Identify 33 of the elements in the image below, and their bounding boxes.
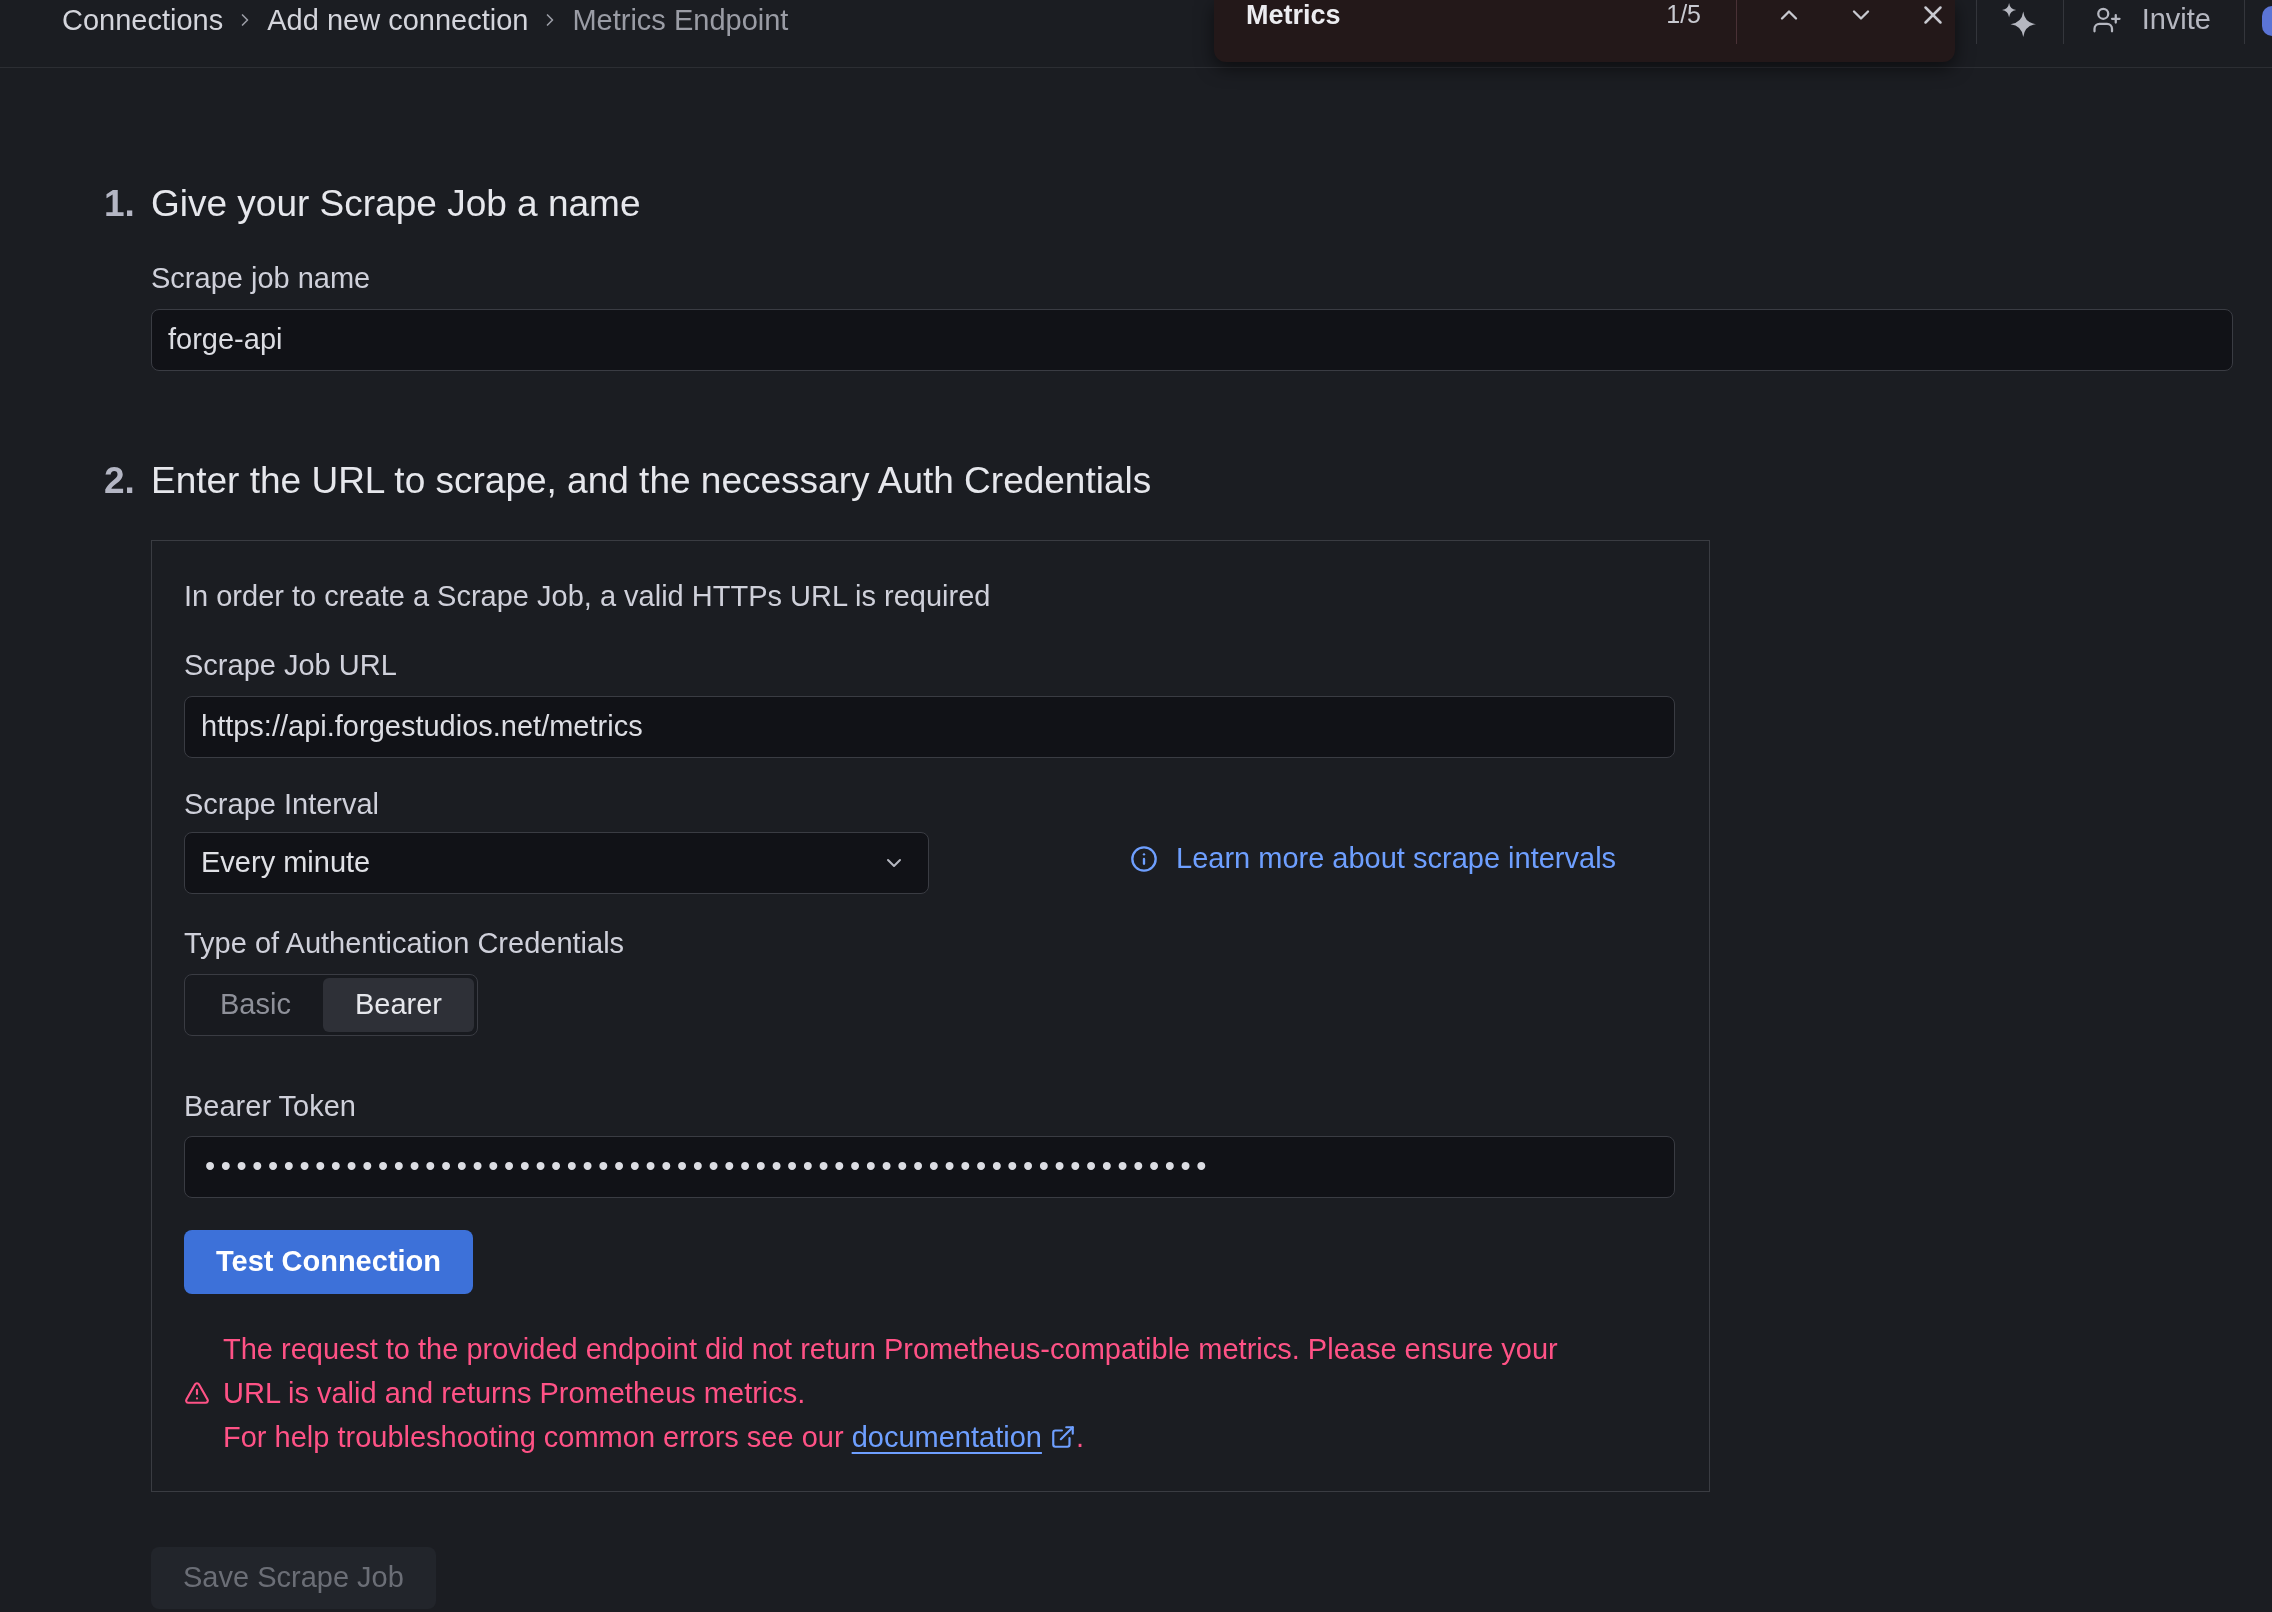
- field-label: Type of Authentication Credentials: [184, 926, 626, 961]
- find-input[interactable]: Metrics: [1246, 0, 1667, 30]
- info-icon: [1130, 845, 1158, 873]
- match-count: 1/5: [1666, 0, 1701, 30]
- user-plus-icon: [2091, 5, 2122, 35]
- breadcrumb-link[interactable]: Add new connection: [267, 0, 529, 40]
- auth-type-option[interactable]: Bearer: [322, 978, 474, 1032]
- auth-type-option[interactable]: Basic: [188, 978, 323, 1032]
- scrape-interval-help-link[interactable]: Learn more about scrape intervals: [1130, 837, 1617, 881]
- field-label: Scrape Job URL: [184, 648, 398, 683]
- breadcrumb-link[interactable]: Metrics Endpoint: [572, 0, 789, 40]
- step-title: Enter the URL to scrape, and the necessary Auth Credentials: [151, 459, 1152, 503]
- field-label: Scrape job name: [151, 261, 372, 296]
- documentation-link[interactable]: documentation: [851, 1415, 1076, 1459]
- field-label: Scrape Interval: [184, 787, 381, 822]
- sparkle-icon: [2001, 3, 2036, 37]
- step-title: Give your Scrape Job a name: [151, 182, 641, 226]
- external-link-icon: [1049, 1424, 1076, 1450]
- intro-text: In order to create a Scrape Job, a valid HTTPs URL is required: [184, 579, 992, 614]
- error-message: The request to the provided endpoint did not return Prometheus-compatible metrics. Please ensure your URL is valid and returns Prometheus metrics.: [223, 1332, 1559, 1411]
- warning-icon: [184, 1380, 210, 1406]
- interval-select[interactable]: Every minute: [184, 832, 929, 894]
- step-number: 1.: [104, 182, 136, 226]
- test-connection-button[interactable]: Test Connection: [184, 1230, 474, 1294]
- name-field[interactable]: forge-api: [151, 309, 2233, 371]
- breadcrumb-link[interactable]: Connections: [62, 0, 224, 40]
- avatar[interactable]: [2262, 6, 2272, 36]
- error-help-text: For help troubleshooting common errors see our documentation .: [223, 1415, 1603, 1459]
- field-label: Bearer Token: [184, 1089, 357, 1124]
- token-field[interactable]: ••••••••••••••••••••••••••••••••••••••••••••••••••••••••••••••••: [184, 1136, 1675, 1198]
- invite-button[interactable]: Invite: [2083, 0, 2219, 40]
- step-number: 2.: [104, 459, 136, 503]
- url-field[interactable]: https://api.forgestudios.net/metrics: [184, 696, 1675, 758]
